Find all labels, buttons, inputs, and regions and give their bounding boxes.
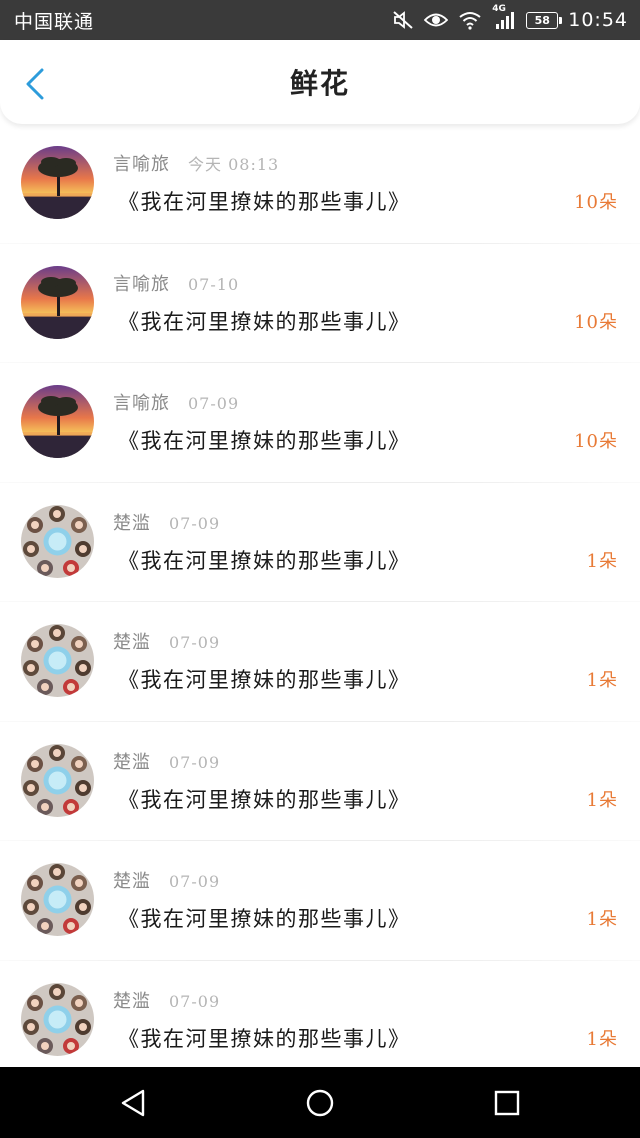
- item-meta: 言喻旅 07-09: [113, 389, 239, 415]
- send-date: 今天 08:13: [188, 155, 280, 174]
- item-meta: 言喻旅 今天 08:13: [113, 150, 279, 176]
- list-item[interactable]: 言喻旅 07-09 《我在河里撩妹的那些事儿》 10朵: [0, 363, 640, 483]
- sender-name[interactable]: 楚滥: [113, 748, 151, 774]
- list-item[interactable]: 言喻旅 今天 08:13 《我在河里撩妹的那些事儿》 10朵: [0, 124, 640, 244]
- flower-record-list: 言喻旅 今天 08:13 《我在河里撩妹的那些事儿》 10朵 言喻旅 07-10…: [0, 124, 640, 1067]
- group-photo-avatar: [21, 863, 94, 936]
- send-date: 07-09: [169, 872, 221, 891]
- book-title[interactable]: 《我在河里撩妹的那些事儿》: [118, 903, 411, 933]
- flower-count: 10朵: [574, 192, 618, 213]
- avatar[interactable]: [21, 146, 94, 219]
- back-triangle-icon: [122, 1089, 145, 1116]
- send-date: 07-10: [188, 274, 240, 294]
- send-date: 07-09: [169, 752, 221, 772]
- sunset-tree-avatar: [21, 385, 94, 458]
- eye-icon: [424, 11, 449, 29]
- network-type: 4G: [492, 4, 506, 14]
- list-item[interactable]: 楚滥 07-09 《我在河里撩妹的那些事儿》 1朵: [0, 722, 640, 841]
- sender-name[interactable]: 言喻旅: [113, 270, 170, 296]
- sender-name[interactable]: 言喻旅: [113, 389, 170, 415]
- avatar[interactable]: [21, 265, 94, 339]
- header: 鲜花: [0, 40, 640, 124]
- nav-recents-button[interactable]: [477, 1073, 537, 1133]
- list-item[interactable]: 楚滥 07-09 《我在河里撩妹的那些事儿》 1朵: [0, 602, 640, 722]
- send-date: 07-09: [169, 633, 221, 652]
- item-meta: 楚滥 07-09: [113, 509, 220, 535]
- sender-name[interactable]: 楚滥: [113, 987, 151, 1013]
- send-date: 07-09: [169, 991, 221, 1011]
- avatar[interactable]: [21, 982, 94, 1056]
- list-item[interactable]: 楚滥 07-09 《我在河里撩妹的那些事儿》 1朵: [0, 483, 640, 602]
- book-title[interactable]: 《我在河里撩妹的那些事儿》: [118, 664, 411, 694]
- page-title: 鲜花: [289, 67, 350, 100]
- item-meta: 言喻旅 07-10: [113, 270, 239, 296]
- send-date: 07-09: [169, 513, 221, 533]
- item-meta: 楚滥 07-09: [113, 748, 220, 774]
- group-photo-avatar: [21, 743, 94, 817]
- sender-name[interactable]: 楚滥: [113, 867, 151, 893]
- mute-icon: [392, 10, 414, 30]
- status-bar: 中国联通 4G 58 10:54: [0, 0, 640, 40]
- book-title[interactable]: 《我在河里撩妹的那些事儿》: [118, 1023, 411, 1053]
- item-meta: 楚滥 07-09: [113, 987, 220, 1013]
- group-photo-avatar: [21, 624, 94, 697]
- back-button[interactable]: [18, 64, 52, 104]
- clock: 10:54: [568, 9, 628, 31]
- avatar[interactable]: [21, 863, 94, 936]
- wifi-icon: [458, 10, 482, 30]
- recents-square-icon: [494, 1090, 519, 1115]
- avatar[interactable]: [21, 624, 94, 697]
- signal-icon: 4G: [492, 4, 516, 30]
- avatar[interactable]: [21, 504, 94, 578]
- book-title[interactable]: 《我在河里撩妹的那些事儿》: [118, 186, 411, 216]
- list-item[interactable]: 楚滥 07-09 《我在河里撩妹的那些事儿》 1朵: [0, 841, 640, 961]
- nav-back-button[interactable]: [103, 1073, 163, 1133]
- group-photo-avatar: [21, 982, 94, 1056]
- book-title[interactable]: 《我在河里撩妹的那些事儿》: [118, 545, 411, 575]
- system-nav-bar: [0, 1067, 640, 1138]
- avatar[interactable]: [21, 743, 94, 817]
- book-title[interactable]: 《我在河里撩妹的那些事儿》: [118, 784, 411, 814]
- sender-name[interactable]: 楚滥: [113, 509, 151, 535]
- sunset-tree-avatar: [21, 146, 94, 219]
- carrier-name: 中国联通: [14, 10, 95, 33]
- sunset-tree-avatar: [21, 265, 94, 339]
- group-photo-avatar: [21, 504, 94, 578]
- chevron-left-icon: [26, 68, 44, 100]
- flower-count: 10朵: [574, 311, 618, 333]
- sender-name[interactable]: 楚滥: [113, 628, 151, 654]
- home-circle-icon: [306, 1089, 334, 1116]
- item-meta: 楚滥 07-09: [113, 867, 220, 893]
- item-meta: 楚滥 07-09: [113, 628, 220, 654]
- battery-icon: 58: [526, 11, 563, 29]
- nav-home-button[interactable]: [290, 1073, 350, 1133]
- list-item[interactable]: 楚滥 07-09 《我在河里撩妹的那些事儿》 1朵: [0, 961, 640, 1068]
- book-title[interactable]: 《我在河里撩妹的那些事儿》: [118, 425, 411, 455]
- flower-count: 1朵: [586, 1028, 618, 1050]
- flower-count: 10朵: [574, 431, 618, 452]
- send-date: 07-09: [188, 394, 240, 413]
- book-title[interactable]: 《我在河里撩妹的那些事儿》: [118, 306, 411, 336]
- flower-count: 1朵: [586, 670, 618, 691]
- sender-name[interactable]: 言喻旅: [113, 150, 170, 176]
- avatar[interactable]: [21, 385, 94, 458]
- flower-count: 1朵: [586, 909, 618, 930]
- status-icons: 4G 58 10:54: [392, 4, 628, 31]
- list-item[interactable]: 言喻旅 07-10 《我在河里撩妹的那些事儿》 10朵: [0, 244, 640, 363]
- flower-count: 1朵: [586, 789, 618, 811]
- flower-count: 1朵: [586, 550, 618, 572]
